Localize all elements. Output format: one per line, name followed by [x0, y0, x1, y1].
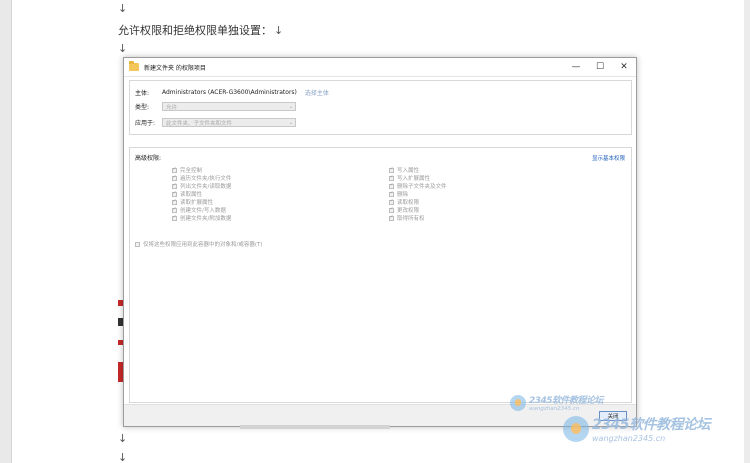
checkbox[interactable]: [172, 166, 177, 173]
watermark-site-url: wangzhan2345.cn: [529, 406, 580, 412]
checkbox[interactable]: [389, 182, 394, 189]
permission-item[interactable]: 读取扩展属性: [172, 198, 231, 206]
watermark-large: 2345软件教程论坛 wangzhan2345.cn: [563, 414, 710, 443]
watermark-site-name: 2345软件教程论坛: [529, 396, 604, 406]
permission-item[interactable]: 删除子文件夹及文件: [389, 182, 447, 190]
document-heading-text: 允许权限和拒绝权限单独设置：: [118, 24, 272, 37]
permissions-right-column: 写入属性 写入扩展属性 删除子文件夹及文件 删除 读取权限 更改权限 取得所有权: [389, 166, 447, 222]
minimize-button[interactable]: —: [564, 58, 588, 77]
permission-item[interactable]: 写入扩展属性: [389, 174, 447, 182]
dialog-content: 主体: Administrators (ACER-G3600\Administr…: [129, 80, 632, 403]
checkbox[interactable]: [389, 198, 394, 205]
apply-only-label: 仅将这些权限应用到此容器中的对象和/或容器(T): [143, 242, 263, 248]
paragraph-mark: ↓: [118, 42, 128, 55]
chevron-down-icon: ⌄: [288, 119, 293, 126]
permission-item[interactable]: 取得所有权: [389, 214, 447, 222]
type-label: 类型:: [135, 104, 150, 111]
principal-value: Administrators (ACER-G3600\Administrator…: [162, 89, 297, 96]
checkbox[interactable]: [172, 198, 177, 205]
applies-to-label: 应用于:: [135, 120, 156, 127]
document-left-margin: [0, 0, 12, 463]
permission-item[interactable]: 写入属性: [389, 166, 447, 174]
principal-label: 主体:: [135, 90, 150, 97]
checkbox[interactable]: [172, 174, 177, 181]
select-principal-link[interactable]: 选择主体: [305, 88, 329, 97]
watermark-logo-icon: [563, 415, 589, 442]
applies-to-dropdown[interactable]: 此文件夹、子文件夹和文件 ⌄: [162, 118, 296, 127]
type-dropdown-value: 允许: [166, 104, 178, 111]
type-dropdown[interactable]: 允许 ⌄: [162, 102, 296, 111]
advanced-permissions-title: 高级权限:: [135, 155, 162, 162]
permission-item[interactable]: 更改权限: [389, 206, 447, 214]
permission-entry-dialog: 新建文件夹 的权限项目 — ☐ ✕ 主体: Administrators (AC…: [123, 57, 637, 427]
checkbox[interactable]: [389, 174, 394, 181]
document-image-edge: [240, 425, 390, 429]
permission-item[interactable]: 遍历文件夹/执行文件: [172, 174, 231, 182]
chevron-down-icon: ⌄: [288, 103, 293, 110]
dialog-titlebar: 新建文件夹 的权限项目 — ☐ ✕: [124, 58, 636, 77]
checkbox[interactable]: [172, 190, 177, 197]
watermark-site-name: 2345软件教程论坛: [592, 417, 710, 433]
principal-row: 主体: Administrators (ACER-G3600\Administr…: [135, 88, 329, 97]
watermark-small: 2345软件教程论坛 wangzhan2345.cn: [510, 393, 604, 412]
watermark-logo-icon: [510, 394, 526, 411]
advanced-permissions-group: 高级权限: 显示基本权限 完全控制 遍历文件夹/执行文件 列出文件夹/读取数据 …: [129, 147, 632, 403]
maximize-button[interactable]: ☐: [588, 58, 612, 77]
permission-item[interactable]: 读取权限: [389, 198, 447, 206]
folder-icon: [129, 61, 139, 71]
paragraph-mark: ↓: [118, 451, 128, 463]
document-right-margin: [744, 0, 750, 463]
checkbox[interactable]: [389, 206, 394, 213]
checkbox[interactable]: [172, 214, 177, 221]
type-row: 类型: 允许 ⌄: [135, 102, 296, 111]
applies-to-dropdown-value: 此文件夹、子文件夹和文件: [166, 120, 233, 127]
applies-to-row: 应用于: 此文件夹、子文件夹和文件 ⌄: [135, 118, 296, 127]
permission-item[interactable]: 删除: [389, 190, 447, 198]
show-basic-permissions-link[interactable]: 显示基本权限: [592, 154, 625, 162]
paragraph-mark: ↓: [274, 24, 284, 37]
permission-item[interactable]: 列出文件夹/读取数据: [172, 182, 231, 190]
close-window-button[interactable]: ✕: [612, 58, 636, 77]
checkbox[interactable]: [172, 206, 177, 213]
watermark-site-url: wangzhan2345.cn: [592, 434, 666, 443]
document-heading-line: 允许权限和拒绝权限单独设置： ↓: [118, 22, 283, 38]
paragraph-mark: ↓: [118, 432, 128, 445]
principal-group: 主体: Administrators (ACER-G3600\Administr…: [129, 80, 632, 135]
checkbox[interactable]: [135, 241, 140, 247]
apply-only-to-container-option[interactable]: 仅将这些权限应用到此容器中的对象和/或容器(T): [135, 240, 263, 248]
permissions-left-column: 完全控制 遍历文件夹/执行文件 列出文件夹/读取数据 读取属性 读取扩展属性 创…: [172, 166, 231, 222]
permission-item[interactable]: 完全控制: [172, 166, 231, 174]
checkbox[interactable]: [389, 166, 394, 173]
permission-item[interactable]: 创建文件/写入数据: [172, 206, 231, 214]
checkbox[interactable]: [389, 190, 394, 197]
dialog-title: 新建文件夹 的权限项目: [144, 64, 206, 72]
paragraph-mark: ↓: [118, 2, 128, 15]
permission-item[interactable]: 读取属性: [172, 190, 231, 198]
permission-item[interactable]: 创建文件夹/附加数据: [172, 214, 231, 222]
checkbox[interactable]: [172, 182, 177, 189]
checkbox[interactable]: [389, 214, 394, 221]
